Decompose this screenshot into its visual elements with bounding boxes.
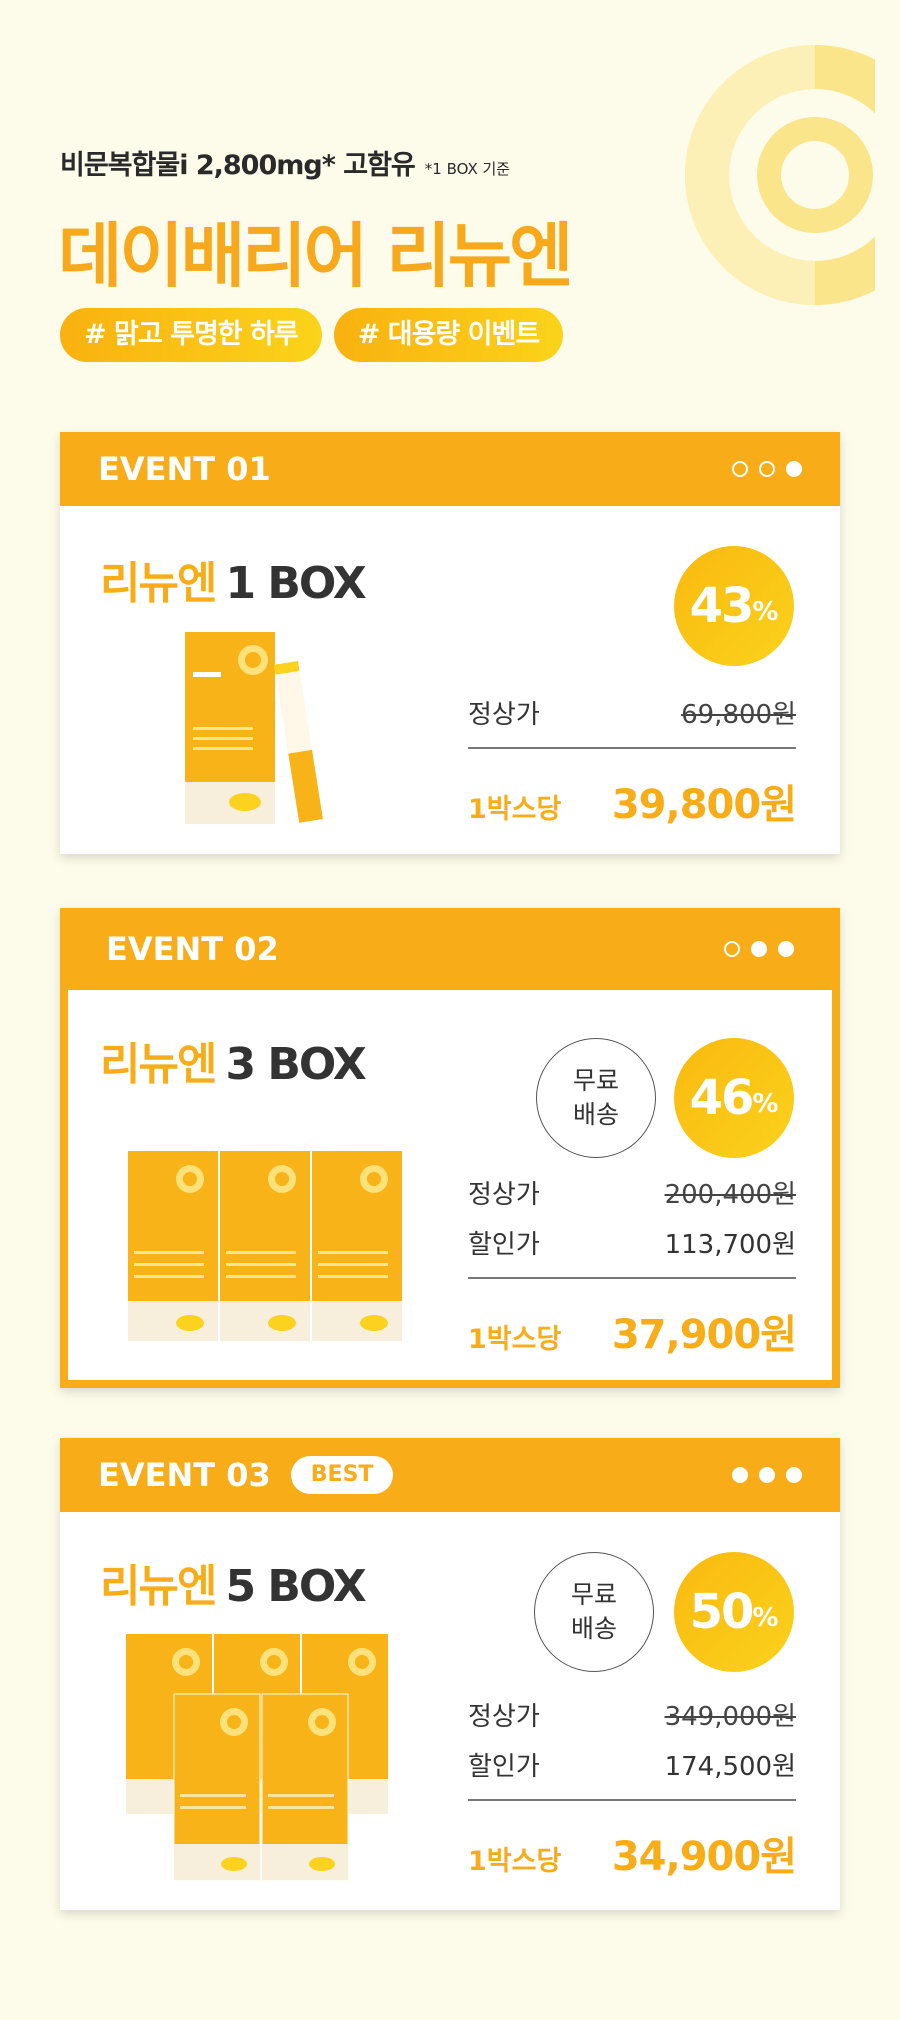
regular-price-row: 정상가 349,000원 <box>468 1696 796 1733</box>
slide-dots <box>732 1467 802 1483</box>
sale-price: 113,700원 <box>664 1230 796 1260</box>
per-box-price-row: 1박스당 37,900원 <box>468 1302 797 1360</box>
discount-badge: 43% <box>674 546 794 666</box>
price-divider <box>468 747 796 749</box>
brand-logo-decoration <box>685 45 875 305</box>
event-label: EVENT 02 <box>106 930 279 968</box>
product-name: 리뉴엔 <box>100 1039 217 1090</box>
slide-dot-active[interactable] <box>786 461 802 477</box>
product-name: 리뉴엔 <box>100 558 217 609</box>
sale-price: 174,500원 <box>664 1752 796 1782</box>
page-title: 데이배리어 리뉴엔 <box>58 215 574 297</box>
discount-badge: 46% <box>674 1038 794 1158</box>
box-count: 1 BOX <box>225 558 366 609</box>
subtitle-note: *1 BOX 기준 <box>424 160 511 178</box>
per-box-price-row: 1박스당 34,900원 <box>468 1824 797 1882</box>
product-title: 리뉴엔 3 BOX <box>100 1028 367 1092</box>
event-card-03[interactable]: EVENT 03 BEST 리뉴엔 5 BOX 무료 배송 50 % 정상가 3… <box>60 1438 840 1910</box>
subtitle-text: 비문복합물i 2,800mg* 고함유 <box>60 150 416 181</box>
slide-dot[interactable] <box>759 461 775 477</box>
discount-value: 50 <box>689 1584 755 1640</box>
discount-unit: % <box>752 1603 779 1633</box>
slide-dot-active[interactable] <box>786 1467 802 1483</box>
sale-price-row: 할인가 174,500원 <box>468 1746 796 1783</box>
box-count: 5 BOX <box>225 1561 366 1612</box>
event-card-01[interactable]: EVENT 01 리뉴엔 1 BOX 43% 정상가 69,800원 1박스당 3… <box>60 432 840 854</box>
slide-dot[interactable] <box>724 941 740 957</box>
discount-unit: % <box>752 597 779 627</box>
per-box-price: 39,800원 <box>611 782 797 828</box>
event-label: EVENT 03 <box>98 1456 271 1494</box>
product-title: 리뉴엔 1 BOX <box>100 547 367 611</box>
best-badge: BEST <box>290 1456 394 1494</box>
free-shipping-badge: 무료 배송 <box>536 1038 656 1158</box>
product-name: 리뉴엔 <box>100 1561 217 1612</box>
discount-value: 46 <box>689 1070 755 1126</box>
sale-price-label: 할인가 <box>468 1752 540 1782</box>
header-subtitle: 비문복합물i 2,800mg* 고함유 *1 BOX 기준 <box>60 143 510 182</box>
slide-dot-active[interactable] <box>732 1467 748 1483</box>
hashtag-list: # 맑고 투명한 하루 # 대용량 이벤트 <box>60 308 564 362</box>
event-label: EVENT 01 <box>98 450 271 488</box>
event-header: EVENT 03 BEST <box>60 1438 840 1512</box>
discount-value: 43 <box>689 578 755 634</box>
free-shipping-badge: 무료 배송 <box>534 1552 654 1672</box>
box-count: 3 BOX <box>225 1039 366 1090</box>
product-box-image <box>185 632 323 824</box>
event-label-group: EVENT 03 BEST <box>98 1456 394 1494</box>
slide-dot-active[interactable] <box>778 941 794 957</box>
discount-unit: % <box>752 1089 779 1119</box>
slide-dots <box>732 461 802 477</box>
per-box-label: 1박스당 <box>468 1846 562 1877</box>
regular-price-label: 정상가 <box>468 700 540 730</box>
regular-price: 349,000원 <box>664 1702 796 1732</box>
per-box-label: 1박스당 <box>468 794 562 825</box>
event-header: EVENT 01 <box>60 432 840 506</box>
regular-price-label: 정상가 <box>468 1702 540 1732</box>
per-box-label: 1박스당 <box>468 1324 562 1355</box>
sale-price-label: 할인가 <box>468 1230 540 1260</box>
regular-price-row: 정상가 200,400원 <box>468 1174 796 1211</box>
slide-dots <box>724 941 794 957</box>
hashtag-clear-day[interactable]: # 맑고 투명한 하루 <box>60 308 322 362</box>
event-header: EVENT 02 <box>60 908 840 990</box>
product-box-image <box>126 1634 388 1881</box>
sale-price-row: 할인가 113,700원 <box>468 1224 796 1261</box>
hashtag-bulk-event[interactable]: # 대용량 이벤트 <box>333 308 564 362</box>
slide-dot[interactable] <box>732 461 748 477</box>
regular-price: 200,400원 <box>664 1180 796 1210</box>
per-box-price: 37,900원 <box>611 1312 797 1358</box>
regular-price: 69,800원 <box>681 700 796 730</box>
product-title: 리뉴엔 5 BOX <box>100 1550 367 1614</box>
per-box-price: 34,900원 <box>611 1834 797 1880</box>
price-divider <box>468 1277 796 1279</box>
regular-price-row: 정상가 69,800원 <box>468 694 796 731</box>
product-box-image <box>128 1151 402 1341</box>
regular-price-label: 정상가 <box>468 1180 540 1210</box>
event-card-02[interactable]: EVENT 02 리뉴엔 3 BOX 무료 배송 46 % 정상가 200,40… <box>60 908 840 1388</box>
discount-badge: 50% <box>674 1552 794 1672</box>
slide-dot-active[interactable] <box>751 941 767 957</box>
price-divider <box>468 1799 796 1801</box>
slide-dot-active[interactable] <box>759 1467 775 1483</box>
per-box-price-row: 1박스당 39,800원 <box>468 772 797 830</box>
